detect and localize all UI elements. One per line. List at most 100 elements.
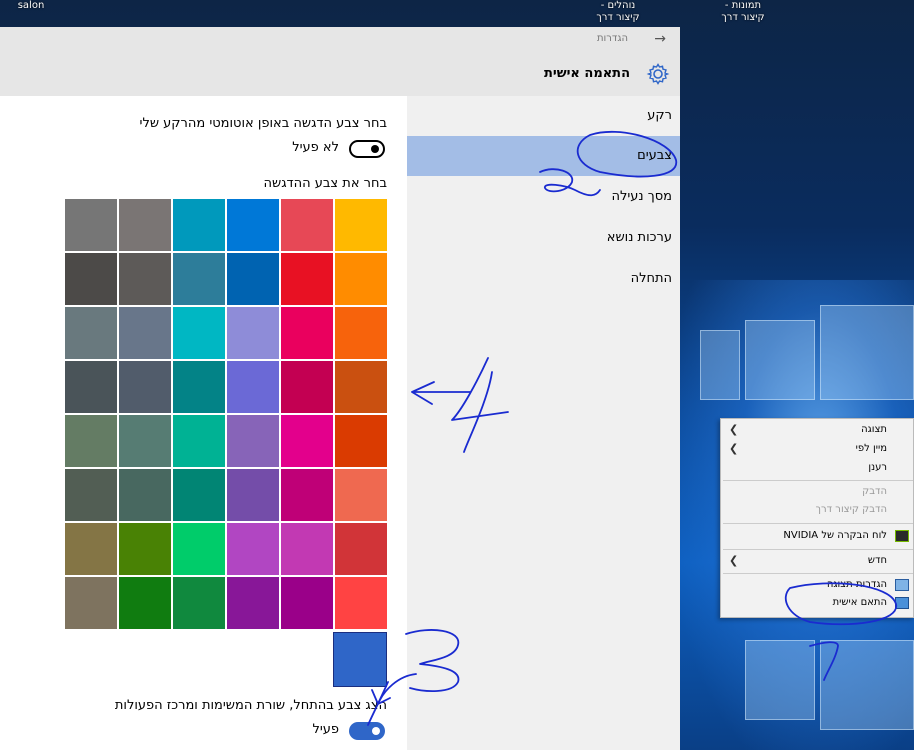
desktop-icon-label-line1: salon	[17, 0, 45, 11]
accent-color-swatch[interactable]	[227, 415, 279, 467]
desktop-icon-label-line2: קיצור דרך	[596, 12, 640, 23]
title-bar: → הגדרות	[0, 27, 680, 54]
accent-color-swatch[interactable]	[227, 361, 279, 413]
personalization-nav: רקע צבעים מסך נעילה ערכות נושא התחלה	[407, 96, 680, 750]
chevron-left-icon: ❮	[729, 423, 739, 436]
accent-color-swatch[interactable]	[119, 523, 171, 575]
accent-color-swatch[interactable]	[65, 523, 117, 575]
accent-color-swatch[interactable]	[65, 469, 117, 521]
desktop-icon-label[interactable]: - תמונות קיצור דרך	[712, 0, 774, 24]
window-logo-pane	[700, 330, 740, 400]
accent-color-swatch[interactable]	[335, 469, 387, 521]
accent-color-swatch[interactable]	[227, 253, 279, 305]
desktop-icon-label-line1: - נוהלים	[600, 0, 636, 11]
window-title: הגדרות	[596, 33, 628, 44]
accent-color-swatch[interactable]	[227, 577, 279, 629]
selected-color-preview	[333, 632, 387, 687]
accent-color-swatch[interactable]	[281, 469, 333, 521]
accent-color-swatch[interactable]	[227, 523, 279, 575]
nav-item-themes[interactable]: ערכות נושא	[407, 218, 680, 258]
settings-window: → הגדרות התאמה אישית בחר צבע הדגשה באופן…	[0, 27, 680, 750]
accent-color-swatch[interactable]	[173, 361, 225, 413]
menu-item-nvidia-control-panel[interactable]: לוח הבקרה של NVIDIA	[783, 530, 887, 541]
accent-color-swatch[interactable]	[119, 253, 171, 305]
accent-color-swatch[interactable]	[335, 415, 387, 467]
menu-separator	[723, 523, 913, 524]
accent-color-swatch[interactable]	[173, 253, 225, 305]
accent-color-swatch[interactable]	[65, 577, 117, 629]
page-title: התאמה אישית	[544, 66, 630, 81]
accent-color-swatch[interactable]	[281, 199, 333, 251]
taskbar-color-state: פעיל	[312, 722, 339, 737]
desktop-icon-label-line2: קיצור דרך	[721, 12, 765, 23]
desktop-icon-label-line1: - תמונות	[724, 0, 762, 11]
accent-color-swatch[interactable]	[173, 199, 225, 251]
accent-color-swatch[interactable]	[335, 577, 387, 629]
accent-color-swatch[interactable]	[227, 199, 279, 251]
taskbar-color-label: הצג צבע בהתחל, שורת המשימות ומרכז הפעולו…	[114, 698, 387, 713]
desktop-icon-label[interactable]: salon	[16, 0, 46, 12]
menu-separator	[723, 480, 913, 481]
accent-color-swatch[interactable]	[227, 307, 279, 359]
window-logo-pane	[745, 640, 815, 720]
accent-color-swatch[interactable]	[65, 415, 117, 467]
display-icon	[895, 579, 909, 591]
accent-color-swatch[interactable]	[119, 361, 171, 413]
window-logo-pane	[745, 320, 815, 400]
accent-color-swatch[interactable]	[281, 415, 333, 467]
accent-color-swatch[interactable]	[335, 523, 387, 575]
choose-accent-label: בחר את צבע ההדגשה	[263, 176, 388, 191]
auto-accent-state: לא פעיל	[292, 140, 339, 155]
nav-item-lock-screen[interactable]: מסך נעילה	[407, 177, 680, 217]
colors-content-pane: בחר צבע הדגשה באופן אוטומטי מהרקע שלי לא…	[0, 96, 407, 750]
accent-color-swatch[interactable]	[281, 523, 333, 575]
menu-item-sort-by[interactable]: מיין לפי	[856, 443, 887, 454]
accent-color-swatch[interactable]	[281, 307, 333, 359]
accent-color-swatch[interactable]	[335, 307, 387, 359]
menu-separator	[723, 549, 913, 550]
accent-color-swatch[interactable]	[173, 523, 225, 575]
taskbar-color-toggle[interactable]	[349, 722, 385, 740]
accent-color-swatch[interactable]	[173, 577, 225, 629]
menu-item-new[interactable]: חדש	[868, 555, 887, 566]
accent-color-swatch[interactable]	[335, 361, 387, 413]
accent-color-swatch[interactable]	[281, 253, 333, 305]
accent-color-swatch[interactable]	[119, 577, 171, 629]
accent-color-swatch[interactable]	[119, 469, 171, 521]
accent-color-swatch[interactable]	[65, 253, 117, 305]
accent-color-swatch[interactable]	[65, 199, 117, 251]
accent-color-swatch[interactable]	[119, 415, 171, 467]
arrow-left-icon[interactable]: →	[654, 31, 666, 47]
accent-color-swatch[interactable]	[173, 307, 225, 359]
nvidia-icon	[895, 530, 909, 542]
menu-item-view[interactable]: תצוגה	[861, 424, 887, 435]
accent-color-swatch[interactable]	[173, 415, 225, 467]
toggle-knob	[371, 145, 379, 153]
accent-color-swatch[interactable]	[335, 253, 387, 305]
accent-color-swatch[interactable]	[173, 469, 225, 521]
auto-accent-toggle[interactable]	[349, 140, 385, 158]
accent-color-swatch[interactable]	[119, 199, 171, 251]
menu-item-display-settings[interactable]: הגדרות תצוגה	[827, 579, 887, 590]
accent-color-swatch[interactable]	[281, 577, 333, 629]
accent-color-swatch[interactable]	[65, 361, 117, 413]
accent-color-swatch[interactable]	[119, 307, 171, 359]
menu-item-refresh[interactable]: רענן	[868, 462, 887, 473]
gear-icon	[646, 63, 670, 85]
nav-item-colors[interactable]: צבעים	[407, 136, 680, 176]
nav-item-start[interactable]: התחלה	[407, 259, 680, 299]
menu-separator	[723, 573, 913, 574]
accent-color-swatch[interactable]	[65, 307, 117, 359]
menu-item-paste-shortcut: הדבק קיצור דרך	[815, 504, 887, 515]
desktop-icon-label[interactable]: - נוהלים קיצור דרך	[588, 0, 648, 24]
accent-color-swatch[interactable]	[335, 199, 387, 251]
accent-color-swatch[interactable]	[227, 469, 279, 521]
window-logo-pane	[820, 640, 914, 730]
window-logo-pane	[820, 305, 914, 400]
auto-accent-label: בחר צבע הדגשה באופן אוטומטי מהרקע שלי	[139, 116, 387, 131]
desktop-context-menu: ❮ תצוגה ❮ מיין לפי רענן הדבק הדבק קיצור …	[720, 418, 914, 618]
menu-item-personalize[interactable]: התאם אישית	[833, 597, 887, 608]
page-header: התאמה אישית	[0, 54, 680, 96]
accent-color-swatch[interactable]	[281, 361, 333, 413]
nav-item-background[interactable]: רקע	[407, 96, 680, 136]
